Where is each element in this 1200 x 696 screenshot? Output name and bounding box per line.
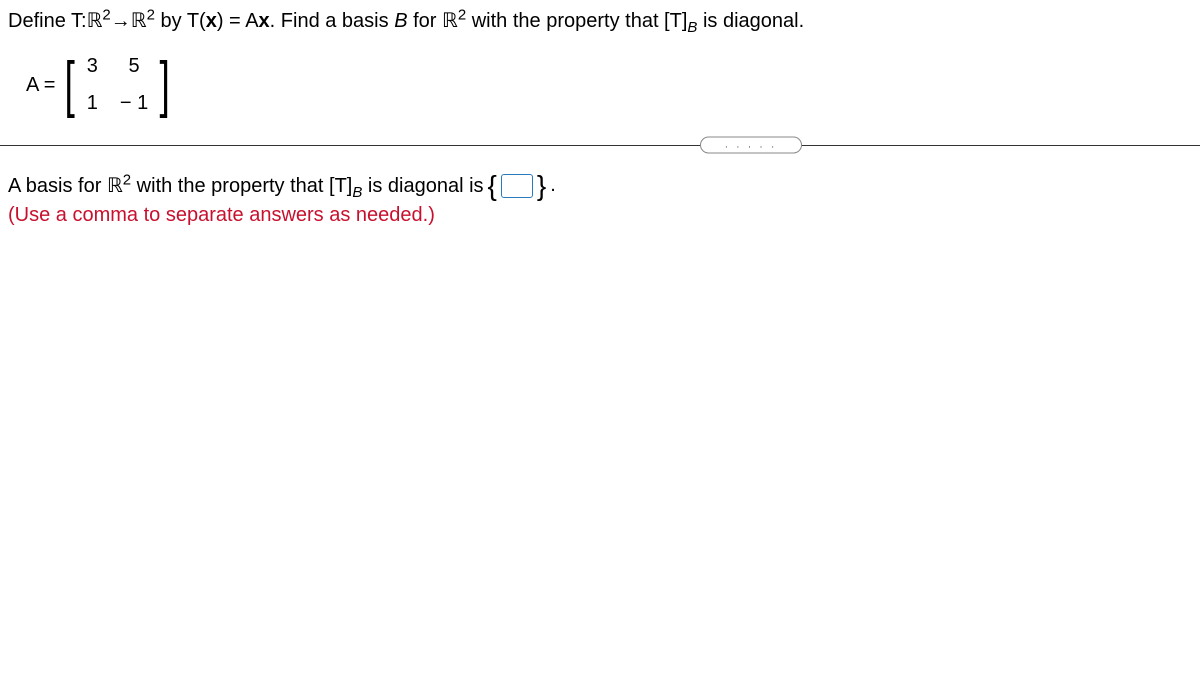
a-sq: 2 xyxy=(123,171,131,188)
matrix-label: A = xyxy=(26,74,55,97)
answer-prompt: A basis for ℝ2 with the property that [T… xyxy=(8,173,1192,198)
a-pre: A basis for xyxy=(8,175,107,197)
section-divider: . . . . . xyxy=(0,137,1200,153)
q-by: by T( xyxy=(155,10,206,32)
divider-line xyxy=(0,145,1200,146)
expand-button[interactable]: . . . . . xyxy=(700,137,802,154)
q-sq1: 2 xyxy=(102,6,110,23)
right-bracket-icon: ] xyxy=(160,57,170,113)
q-post: . Find a basis xyxy=(270,10,395,32)
matrix-definition: A = [ 3 5 1 − 1 ] xyxy=(26,51,1192,119)
a-R: ℝ xyxy=(107,175,123,197)
answer-hint: (Use a comma to separate answers as need… xyxy=(8,204,1192,227)
answer-input[interactable] xyxy=(501,174,533,198)
q-x1: x xyxy=(206,10,217,32)
q-R1: ℝ xyxy=(87,10,103,32)
arrow-icon: → xyxy=(111,10,131,33)
q-end: is diagonal. xyxy=(697,10,804,32)
q-B: B xyxy=(394,10,407,32)
a-mid: is diagonal is xyxy=(362,175,483,197)
a-Bsub: B xyxy=(352,184,362,201)
left-bracket-icon: [ xyxy=(65,57,75,113)
m21: 1 xyxy=(87,92,98,115)
q-sq2: 2 xyxy=(147,6,155,23)
q-with: with the property that [T] xyxy=(466,10,687,32)
m11: 3 xyxy=(87,55,98,78)
right-brace-icon: } xyxy=(537,176,546,196)
a-with: with the property that [T] xyxy=(131,175,352,197)
dots-icon: . . . . . xyxy=(725,140,777,151)
m22: − 1 xyxy=(120,92,148,115)
m12: 5 xyxy=(120,55,148,78)
question-text: Define T:ℝ2→ℝ2 by T(x) = Ax. Find a basi… xyxy=(8,8,1192,33)
q-eqAx: ) = A xyxy=(217,10,259,32)
q-x2: x xyxy=(259,10,270,32)
left-brace-icon: { xyxy=(488,176,497,196)
q-R3: ℝ xyxy=(442,10,458,32)
q-pre: Define T: xyxy=(8,10,87,32)
q-Bsub: B xyxy=(687,19,697,36)
q-R2: ℝ xyxy=(131,10,147,32)
a-period: . xyxy=(550,174,556,197)
q-for: for xyxy=(408,10,442,32)
q-sq3: 2 xyxy=(458,6,466,23)
matrix-grid: 3 5 1 − 1 xyxy=(85,51,150,119)
